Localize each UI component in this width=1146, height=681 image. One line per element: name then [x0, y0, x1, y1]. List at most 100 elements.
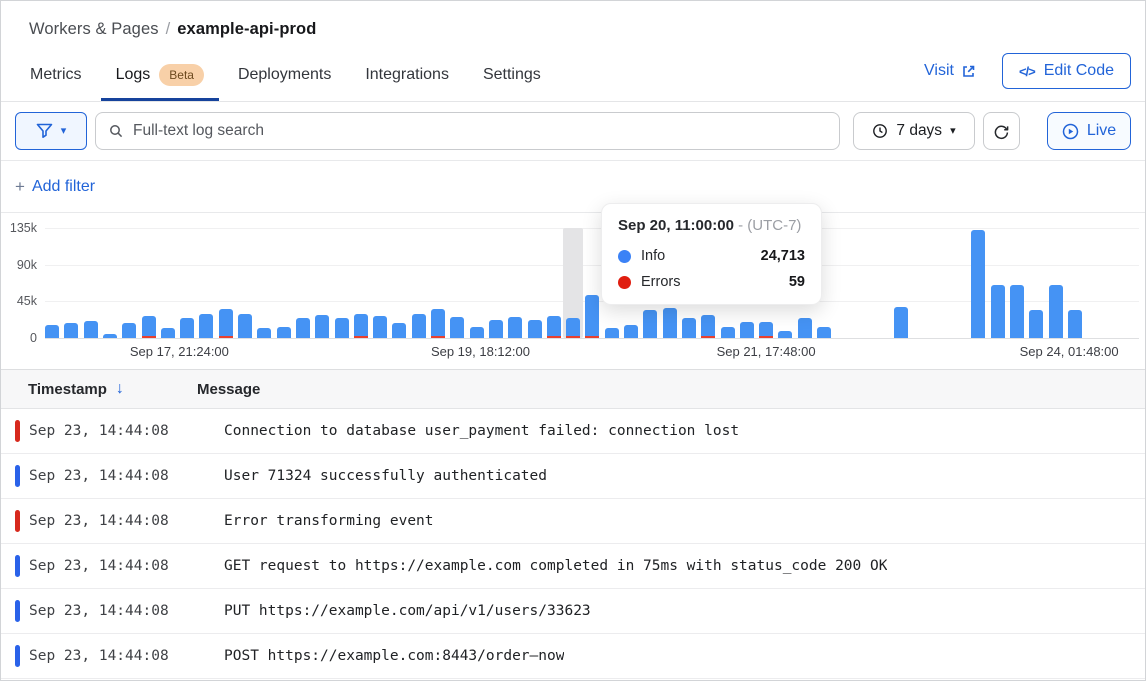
search-icon [108, 123, 124, 139]
tooltip-series-label: Info [641, 248, 665, 264]
chart-bar[interactable] [84, 321, 98, 338]
chart-bar[interactable] [585, 295, 599, 338]
code-icon: </> [1019, 64, 1035, 79]
chart-bar[interactable] [373, 316, 387, 338]
live-button[interactable]: Live [1047, 112, 1131, 150]
chart-bar-error-segment [219, 336, 233, 339]
chart-gridline [45, 228, 1139, 229]
chart-bar[interactable] [277, 327, 291, 338]
chart-bar[interactable] [663, 308, 677, 338]
chart-bar[interactable] [412, 314, 426, 338]
timestamp-column-header[interactable]: Timestamp ↓ [1, 380, 197, 398]
chart-bar[interactable] [1029, 310, 1043, 339]
chart-bar[interactable] [142, 316, 156, 338]
breadcrumb-section[interactable]: Workers & Pages [29, 20, 159, 38]
tooltip-series-row: Errors 59 [618, 274, 805, 290]
chart-bar[interactable] [103, 334, 117, 338]
filter-menu-button[interactable]: ▾ [15, 112, 87, 150]
chart-bar[interactable] [180, 318, 194, 338]
chart-bar[interactable] [199, 314, 213, 338]
edit-code-button[interactable]: </> Edit Code [1002, 53, 1131, 89]
chart-bar[interactable] [335, 318, 349, 338]
tooltip-series-row: Info24,713 [618, 248, 805, 264]
chart-bar-error-segment [547, 336, 561, 339]
tab-label: Settings [483, 66, 541, 84]
chevron-down-icon: ▾ [61, 126, 67, 137]
chart-bar[interactable] [643, 310, 657, 338]
chart-bar[interactable] [971, 230, 985, 338]
chart-bar[interactable] [122, 323, 136, 339]
chart-bar[interactable] [392, 323, 406, 338]
log-table-row[interactable]: Sep 23, 14:44:08User 71324 successfully … [1, 454, 1145, 499]
log-timestamp: Sep 23, 14:44:08 [29, 603, 224, 619]
log-table-row[interactable]: Sep 23, 14:44:08PUT https://example.com/… [1, 589, 1145, 634]
chart-bar[interactable] [45, 325, 59, 338]
chart-bar[interactable] [450, 317, 464, 338]
chart-bar[interactable] [219, 309, 233, 339]
chart-bar[interactable] [624, 325, 638, 338]
live-label: Live [1087, 122, 1116, 140]
time-range-value: 7 days [896, 122, 942, 140]
log-message: Connection to database user_payment fail… [224, 423, 739, 439]
tab-settings[interactable]: Settings [468, 51, 556, 101]
chart-bar[interactable] [489, 320, 503, 338]
chart-bar[interactable] [817, 327, 831, 338]
chart-bar[interactable] [605, 328, 619, 338]
chart-bar[interactable] [470, 327, 484, 338]
chart-bar[interactable] [1010, 285, 1024, 338]
chart-bar[interactable] [64, 323, 78, 338]
chart-bar[interactable] [740, 322, 754, 338]
chart-plot-area[interactable] [45, 228, 1139, 338]
chart-bar[interactable] [315, 315, 329, 338]
refresh-button[interactable] [983, 112, 1020, 150]
log-message: Error transforming event [224, 513, 434, 529]
log-volume-chart[interactable]: 135k90k45k0Sep 17, 21:24:00Sep 19, 18:12… [1, 213, 1145, 369]
tooltip-series-label: Errors [641, 274, 680, 290]
chart-bar[interactable] [778, 331, 792, 338]
add-filter-button[interactable]: + Add filter [15, 177, 95, 197]
chart-bar-error-segment [431, 336, 445, 339]
chart-bar[interactable] [1068, 310, 1082, 339]
chart-bar[interactable] [257, 328, 271, 338]
time-range-select[interactable]: 7 days ▾ [853, 112, 975, 150]
tab-deployments[interactable]: Deployments [223, 51, 346, 101]
log-table-row[interactable]: Sep 23, 14:44:08GET request to https://e… [1, 544, 1145, 589]
chart-bar[interactable] [296, 318, 310, 338]
chart-bar[interactable] [566, 318, 580, 338]
chart-bar[interactable] [759, 322, 773, 338]
visit-link[interactable]: Visit [924, 62, 976, 80]
chart-bar[interactable] [508, 317, 522, 338]
tab-label: Metrics [30, 66, 82, 84]
log-table-row[interactable]: Sep 23, 14:44:08Connection to database u… [1, 409, 1145, 454]
log-table-header: Timestamp ↓ Message [1, 369, 1145, 409]
play-circle-icon [1062, 123, 1079, 140]
log-table-row[interactable]: Sep 23, 14:44:08Error transforming event [1, 499, 1145, 544]
visit-label: Visit [924, 62, 954, 80]
chart-bar[interactable] [721, 327, 735, 338]
chart-bar[interactable] [547, 316, 561, 338]
log-timestamp: Sep 23, 14:44:08 [29, 423, 224, 439]
chart-bar[interactable] [354, 314, 368, 338]
chart-bar[interactable] [682, 318, 696, 338]
tooltip-series-value: 59 [789, 274, 805, 290]
tab-metrics[interactable]: Metrics [15, 51, 97, 101]
chart-bar[interactable] [1049, 285, 1063, 338]
search-input[interactable] [133, 122, 827, 140]
tab-label: Logs [116, 66, 151, 84]
tab-logs[interactable]: LogsBeta [101, 51, 219, 101]
log-search-box[interactable] [95, 112, 840, 150]
chart-bar[interactable] [701, 315, 715, 338]
severity-pill-info [15, 645, 20, 667]
log-table-row[interactable]: Sep 23, 14:44:08POST https://example.com… [1, 634, 1145, 679]
tab-integrations[interactable]: Integrations [350, 51, 464, 101]
log-timestamp: Sep 23, 14:44:08 [29, 558, 224, 574]
chart-bar[interactable] [798, 318, 812, 338]
chart-bar[interactable] [894, 307, 908, 338]
chart-bar[interactable] [431, 309, 445, 338]
chart-bar[interactable] [238, 314, 252, 338]
chart-bar[interactable] [528, 320, 542, 338]
chart-bar[interactable] [991, 285, 1005, 338]
chart-bar-error-segment [759, 336, 773, 339]
tooltip-timezone: (UTC-7) [747, 217, 801, 234]
chart-bar[interactable] [161, 328, 175, 338]
